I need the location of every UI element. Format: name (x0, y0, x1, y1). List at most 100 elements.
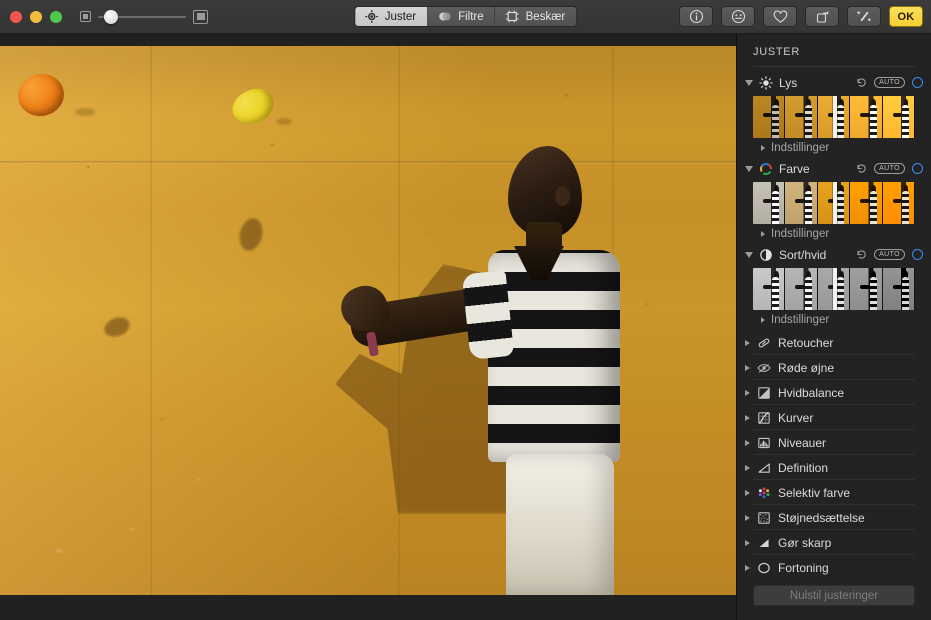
minimize-button[interactable] (30, 11, 42, 23)
checkered-shirt (488, 250, 620, 462)
sidebar-item-gor-skarp[interactable]: Gør skarp (737, 530, 931, 555)
chevron-down-icon[interactable] (745, 80, 753, 86)
strip-selection-marker[interactable] (833, 268, 837, 310)
chevron-right-icon[interactable] (745, 465, 750, 471)
variant-thumb[interactable] (753, 268, 785, 310)
small-thumbnail-icon[interactable] (80, 11, 91, 22)
variant-thumb[interactable] (883, 268, 915, 310)
auto-badge[interactable]: AUTO (874, 249, 905, 261)
contrast-icon (758, 247, 774, 263)
variant-thumb[interactable] (883, 182, 915, 224)
section-lys[interactable]: Lys AUTO (737, 72, 931, 93)
farve-variant-strip[interactable] (753, 182, 915, 224)
variant-thumb[interactable] (753, 96, 785, 138)
chevron-right-icon[interactable] (745, 565, 750, 571)
variant-thumb[interactable] (883, 96, 915, 138)
chevron-right-icon[interactable] (745, 440, 750, 446)
shirt-sleeve (462, 270, 515, 360)
lys-settings-row[interactable]: Indstillinger (737, 138, 931, 158)
variant-thumb[interactable] (850, 182, 882, 224)
large-thumbnail-icon[interactable] (193, 10, 208, 24)
sidebar-item-retoucher[interactable]: Retoucher (737, 330, 931, 355)
mode-segmented-control: Juster Filtre Beskær (354, 6, 578, 27)
chevron-right-icon[interactable] (761, 317, 765, 323)
toolbar: Juster Filtre Beskær (0, 0, 931, 34)
auto-badge[interactable]: AUTO (874, 77, 905, 89)
chevron-right-icon[interactable] (745, 415, 750, 421)
section-sorthvid[interactable]: Sort/hvid AUTO (737, 244, 931, 265)
sidebar-item-label: Fortoning (778, 561, 829, 575)
chevron-right-icon[interactable] (745, 390, 750, 396)
tab-juster[interactable]: Juster (355, 7, 428, 26)
info-button[interactable] (679, 6, 713, 27)
letterbox-bottom (0, 595, 736, 620)
sidebar-item-selektiv-farve[interactable]: Selektiv farve (737, 480, 931, 505)
variant-thumb[interactable] (850, 268, 882, 310)
enhance-button[interactable] (847, 6, 881, 27)
sidebar-item-kurver[interactable]: Kurver (737, 405, 931, 430)
section-sorthvid-controls: AUTO (856, 249, 923, 261)
revert-icon[interactable] (856, 249, 867, 260)
ok-button[interactable]: OK (889, 6, 923, 27)
strip-selection-marker[interactable] (833, 96, 837, 138)
section-sorthvid-label: Sort/hvid (779, 248, 851, 262)
bandage-icon (756, 335, 772, 351)
zoom-slider[interactable] (98, 10, 186, 24)
revert-icon[interactable] (856, 163, 867, 174)
chevron-right-icon[interactable] (745, 515, 750, 521)
close-button[interactable] (10, 11, 22, 23)
sorthvid-settings-row[interactable]: Indstillinger (737, 310, 931, 330)
section-toggle[interactable] (912, 163, 923, 174)
sorthvid-variant-strip[interactable] (753, 268, 915, 310)
reset-adjustments-button[interactable]: Nulstil justeringer (753, 585, 915, 606)
sidebar-item-niveauer[interactable]: Niveauer (737, 430, 931, 455)
section-farve[interactable]: Farve AUTO (737, 158, 931, 179)
chevron-down-icon[interactable] (745, 166, 753, 172)
revert-icon[interactable] (856, 77, 867, 88)
chevron-right-icon[interactable] (745, 365, 750, 371)
zoom-slider-thumb[interactable] (104, 10, 118, 24)
chevron-right-icon[interactable] (745, 540, 750, 546)
farve-settings-row[interactable]: Indstillinger (737, 224, 931, 244)
variant-thumb[interactable] (753, 182, 785, 224)
letterbox-top (0, 34, 736, 46)
variant-thumb[interactable] (785, 268, 817, 310)
sidebar-item-label: Kurver (778, 411, 813, 425)
person-subject (460, 146, 670, 595)
variant-thumb[interactable] (785, 96, 817, 138)
adjust-list[interactable]: Lys AUTO (737, 67, 931, 575)
sidebar-item-hvidbalance[interactable]: Hvidbalance (737, 380, 931, 405)
sidebar-item-rode-ojne[interactable]: Røde øjne (737, 355, 931, 380)
tab-juster-label: Juster (385, 11, 416, 23)
sidebar-item-stojnedsaettelse[interactable]: Støjnedsættelse (737, 505, 931, 530)
white-trousers (506, 454, 614, 595)
zoom-slider-group (80, 10, 208, 24)
lys-variant-strip[interactable] (753, 96, 915, 138)
tab-filtre[interactable]: Filtre (428, 7, 496, 26)
comment-button[interactable] (721, 6, 755, 27)
tab-beskaer[interactable]: Beskær (496, 7, 577, 26)
variant-thumb[interactable] (850, 96, 882, 138)
sidebar-item-definition[interactable]: Definition (737, 455, 931, 480)
section-toggle[interactable] (912, 249, 923, 260)
favorite-button[interactable] (763, 6, 797, 27)
chevron-right-icon[interactable] (761, 145, 765, 151)
chevron-right-icon[interactable] (745, 340, 750, 346)
auto-badge[interactable]: AUTO (874, 163, 905, 175)
sidebar-item-fortoning[interactable]: Fortoning (737, 555, 931, 575)
zoom-button[interactable] (50, 11, 62, 23)
section-toggle[interactable] (912, 77, 923, 88)
sidebar-item-label: Hvidbalance (778, 386, 844, 400)
magic-wand-icon (857, 9, 872, 24)
farve-settings-label: Indstillinger (771, 228, 829, 240)
rotate-button[interactable] (805, 6, 839, 27)
chevron-right-icon[interactable] (745, 490, 750, 496)
variant-thumb[interactable] (785, 182, 817, 224)
definition-icon (756, 460, 772, 476)
sidebar-item-label: Røde øjne (778, 361, 834, 375)
chevron-right-icon[interactable] (761, 231, 765, 237)
heart-icon (773, 10, 788, 24)
chevron-down-icon[interactable] (745, 252, 753, 258)
photo-canvas[interactable] (0, 34, 737, 620)
strip-selection-marker[interactable] (833, 182, 837, 224)
